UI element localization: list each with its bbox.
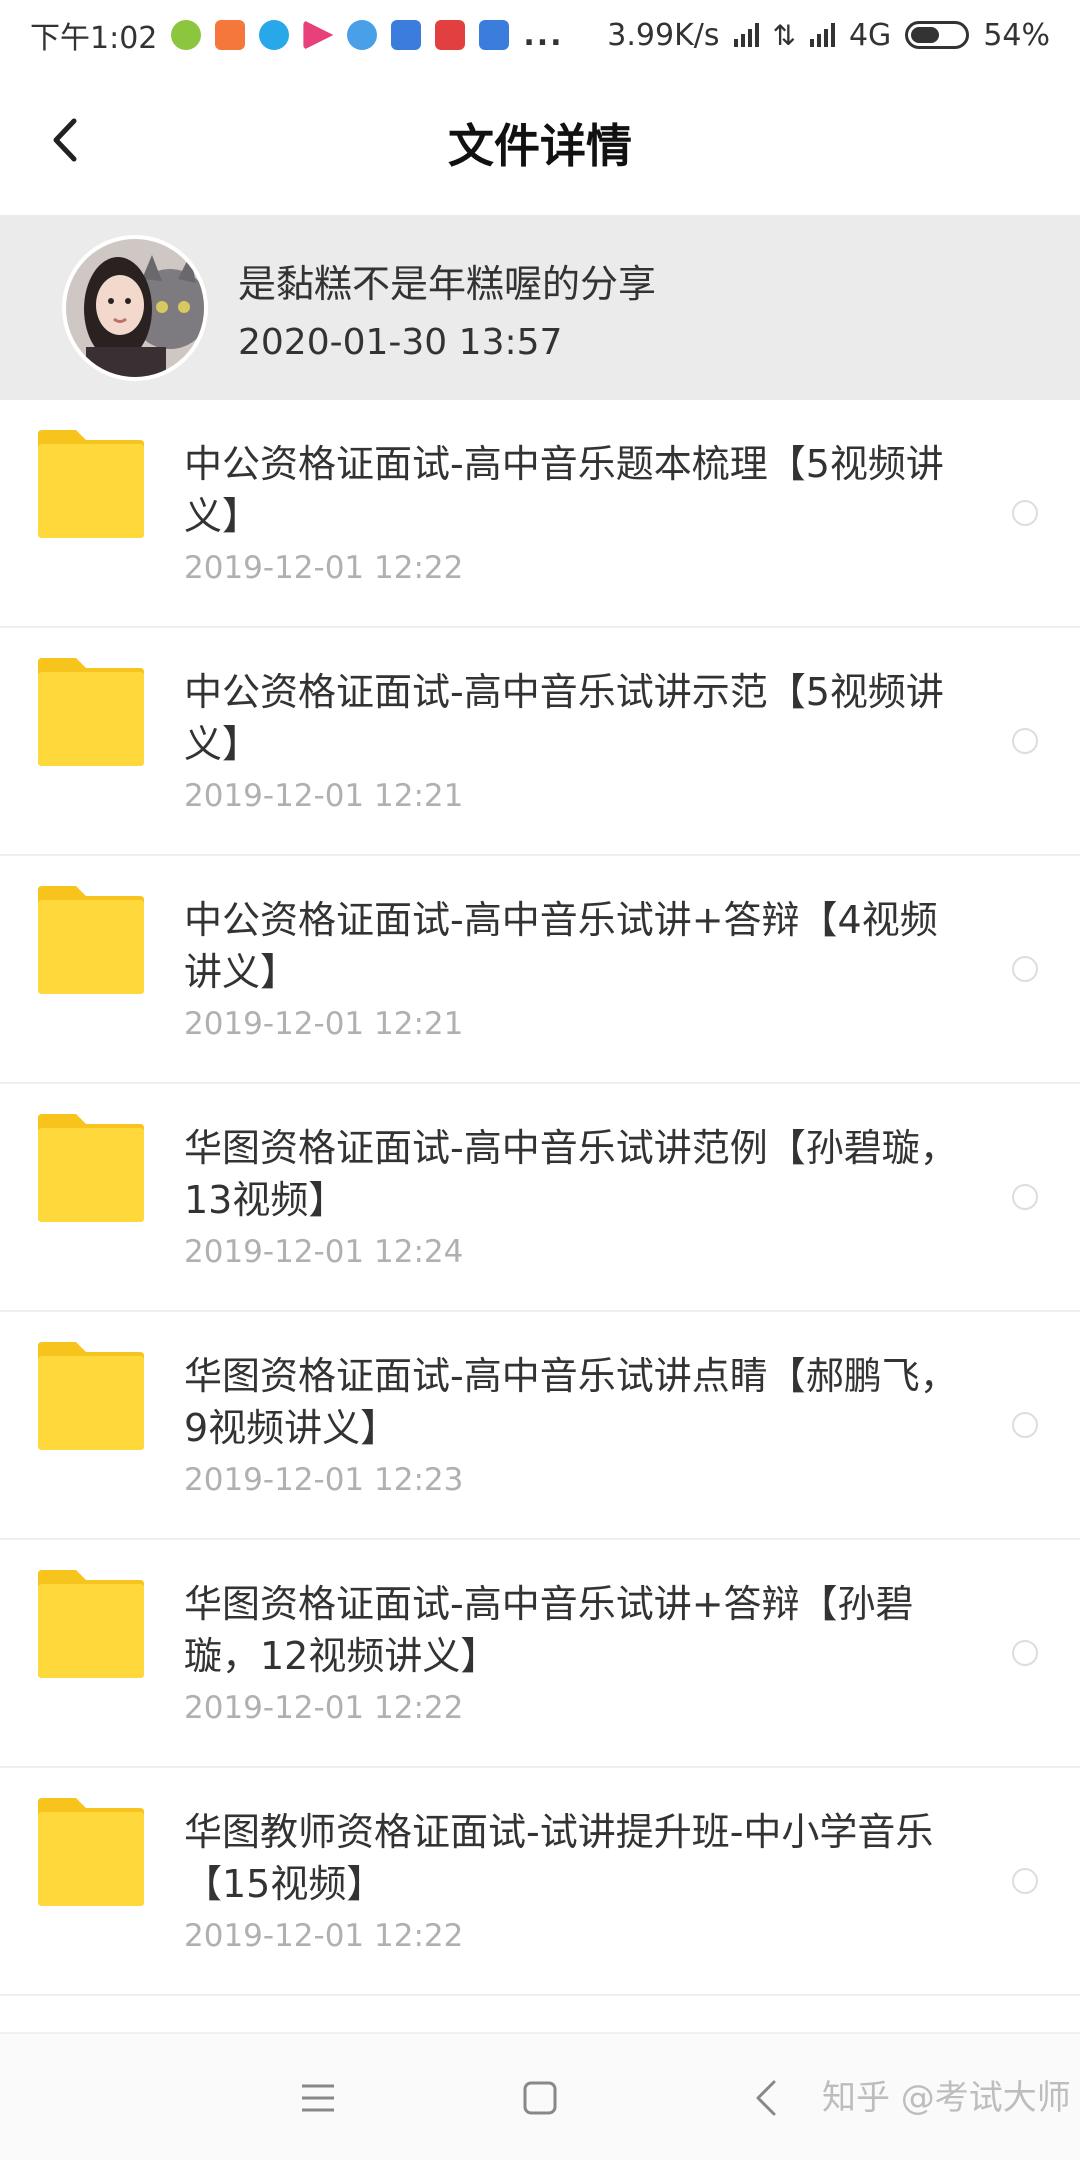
file-list: 中公资格证面试-高中音乐题本梳理【5视频讲义】 2019-12-01 12:22… (0, 400, 1080, 1996)
status-bar: 下午1:02 ... 3.99K/s ⇅ 4G 54% (0, 0, 1080, 70)
file-date: 2019-12-01 12:21 (184, 778, 464, 814)
share-info: 是黏糕不是年糕喔的分享 2020-01-30 13:57 (238, 253, 656, 363)
list-item[interactable]: 中公资格证面试-高中音乐试讲示范【5视频讲义】 2019-12-01 12:21 (0, 628, 1080, 856)
select-radio[interactable] (1012, 1184, 1038, 1210)
more-notifications-icon: ... (523, 17, 564, 53)
system-nav-bar: 知乎 @考试大师 (0, 2032, 1080, 2160)
folder-icon (38, 886, 144, 994)
status-left: 下午1:02 ... (30, 13, 564, 57)
network-type: 4G (848, 17, 892, 53)
file-date: 2019-12-01 12:22 (184, 1918, 464, 1954)
list-item[interactable]: 中公资格证面试-高中音乐试讲+答辩【4视频讲义】 2019-12-01 12:2… (0, 856, 1080, 1084)
file-date: 2019-12-01 12:22 (184, 1690, 464, 1726)
select-radio[interactable] (1012, 728, 1038, 754)
share-owner: 是黏糕不是年糕喔的分享 (238, 261, 657, 306)
folder-icon (38, 1570, 144, 1678)
select-radio[interactable] (1012, 956, 1038, 982)
network-speed: 3.99K/s (607, 17, 720, 53)
file-name: 中公资格证面试-高中音乐试讲示范【5视频讲义】 (184, 670, 944, 766)
nav-back-button[interactable] (752, 2034, 782, 2162)
wechat-icon (171, 20, 202, 50)
news-icon (435, 20, 466, 50)
avatar[interactable] (62, 234, 208, 381)
folder-icon (38, 1114, 144, 1222)
video-icon (303, 20, 334, 50)
taobao-icon (215, 20, 246, 50)
file-name: 华图资格证面试-高中音乐试讲+答辩【孙碧璇，12视频讲义】 (184, 1582, 914, 1678)
file-date: 2019-12-01 12:21 (184, 1006, 464, 1042)
back-triangle-icon (756, 2080, 776, 2116)
home-button[interactable] (520, 2034, 560, 2162)
header: 文件详情 (0, 70, 1080, 215)
folder-icon (38, 658, 144, 766)
share-time: 2020-01-30 13:57 (238, 321, 563, 363)
battery-icon (905, 21, 970, 49)
file-date: 2019-12-01 12:22 (184, 550, 464, 586)
folder-icon (38, 1798, 144, 1906)
file-date: 2019-12-01 12:23 (184, 1462, 464, 1498)
list-item[interactable]: 华图资格证面试-高中音乐试讲+答辩【孙碧璇，12视频讲义】 2019-12-01… (0, 1540, 1080, 1768)
page-title: 文件详情 (448, 118, 632, 173)
list-item[interactable]: 华图资格证面试-高中音乐试讲点睛【郝鹏飞，9视频讲义】 2019-12-01 1… (0, 1312, 1080, 1540)
file-name: 中公资格证面试-高中音乐题本梳理【5视频讲义】 (184, 442, 944, 538)
status-right: 3.99K/s ⇅ 4G 54% (607, 18, 1050, 53)
tieba-icon-2 (479, 20, 510, 50)
list-item[interactable]: 华图教师资格证面试-试讲提升班-中小学音乐【15视频】 2019-12-01 1… (0, 1768, 1080, 1996)
watermark: 知乎 @考试大师 (822, 2078, 1071, 2118)
file-name: 中公资格证面试-高中音乐试讲+答辩【4视频讲义】 (184, 898, 938, 994)
folder-icon (38, 1342, 144, 1450)
folder-icon (38, 430, 144, 538)
file-name: 华图资格证面试-高中音乐试讲范例【孙碧璇，13视频】 (184, 1126, 958, 1222)
tieba-icon (391, 20, 422, 50)
signal-icon (733, 23, 759, 47)
battery-percent: 54% (983, 17, 1050, 53)
qq-browser-icon (347, 20, 378, 50)
list-item[interactable]: 华图资格证面试-高中音乐试讲范例【孙碧璇，13视频】 2019-12-01 12… (0, 1084, 1080, 1312)
select-radio[interactable] (1012, 1412, 1038, 1438)
square-home-icon (523, 2081, 557, 2115)
status-time: 下午1:02 (30, 21, 158, 56)
chevron-left-icon (53, 118, 77, 162)
select-radio[interactable] (1012, 1640, 1038, 1666)
file-date: 2019-12-01 12:24 (184, 1234, 464, 1270)
share-banner: 是黏糕不是年糕喔的分享 2020-01-30 13:57 (0, 215, 1080, 400)
menu-button[interactable] (298, 2034, 338, 2162)
file-name: 华图教师资格证面试-试讲提升班-中小学音乐【15视频】 (184, 1810, 934, 1906)
file-name: 华图资格证面试-高中音乐试讲点睛【郝鹏飞，9视频讲义】 (184, 1354, 958, 1450)
menu-icon (302, 2084, 334, 2112)
signal-icon-2 (809, 23, 835, 47)
select-radio[interactable] (1012, 1868, 1038, 1894)
list-item[interactable]: 中公资格证面试-高中音乐题本梳理【5视频讲义】 2019-12-01 12:22 (0, 400, 1080, 628)
browser-icon (259, 20, 290, 50)
data-transfer-icon: ⇅ (772, 18, 796, 52)
back-button[interactable] (40, 110, 90, 170)
select-radio[interactable] (1012, 500, 1038, 526)
